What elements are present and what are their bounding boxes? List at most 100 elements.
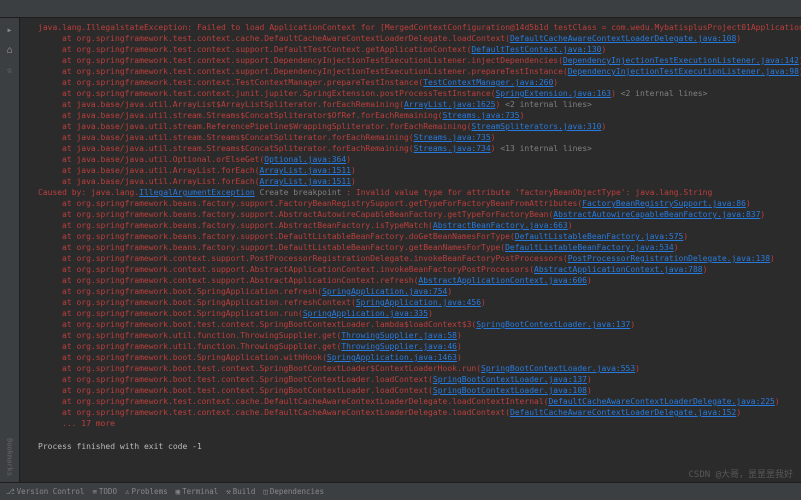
frame-tail: ): [770, 254, 775, 263]
source-link[interactable]: AbstractBeanFactory.java:663: [433, 221, 568, 230]
frame-tail: ): [481, 298, 486, 307]
stack-frame: at org.springframework.util.function.Thr…: [38, 330, 795, 341]
frame-tail: ): [457, 342, 462, 351]
stack-frame: at org.springframework.context.support.A…: [38, 275, 795, 286]
frame-tail: ): [683, 232, 688, 241]
source-link[interactable]: AbstractApplicationContext.java:606: [418, 276, 587, 285]
source-link[interactable]: SpringBootContextLoader.java:137: [433, 375, 587, 384]
caused-message: : Invalid value type for attribute 'fact…: [346, 188, 712, 197]
source-link[interactable]: DefaultTestContext.java:130: [471, 45, 601, 54]
source-link[interactable]: DefaultCacheAwareContextLoaderDelegate.j…: [548, 397, 774, 406]
source-link[interactable]: ArrayList.java:1511: [259, 177, 351, 186]
stack-frame: at org.springframework.beans.factory.sup…: [38, 231, 795, 242]
frame-tail: ): [736, 408, 741, 417]
frame-tail: ): [601, 45, 606, 54]
exception-class-link[interactable]: IllegalArgumentException: [139, 188, 255, 197]
frame-text: at org.springframework.test.context.supp…: [62, 67, 568, 76]
stack-frame: at org.springframework.test.context.cach…: [38, 407, 795, 418]
stack-frame: at org.springframework.boot.test.context…: [38, 319, 795, 330]
stack-frame: at org.springframework.boot.SpringApplic…: [38, 352, 795, 363]
stack-frame: at org.springframework.boot.test.context…: [38, 374, 795, 385]
frame-text: at java.base/java.util.ArrayList.forEach…: [62, 166, 259, 175]
source-link[interactable]: ThrowingSupplier.java:46: [341, 342, 457, 351]
source-link[interactable]: DefaultListableBeanFactory.java:534: [505, 243, 674, 252]
frame-tail: ): [447, 287, 452, 296]
project-icon[interactable]: ▸: [4, 24, 16, 36]
source-link[interactable]: Streams.java:735: [414, 133, 491, 142]
frame-text: at org.springframework.boot.test.context…: [62, 320, 476, 329]
stack-frame: at java.base/java.util.stream.ReferenceP…: [38, 121, 795, 132]
structure-icon[interactable]: ⌂: [4, 44, 16, 56]
frame-tail: ): [457, 353, 462, 362]
internal-lines: <13 internal lines>: [496, 144, 592, 153]
stack-frame: at org.springframework.beans.factory.sup…: [38, 242, 795, 253]
source-link[interactable]: ArrayList.java:1625: [404, 100, 496, 109]
status-bar: ⎇ Version Control ≡ TODO ⚠ Problems ▣ Te…: [0, 482, 801, 500]
source-link[interactable]: SpringBootContextLoader.java:553: [481, 364, 635, 373]
source-link[interactable]: Optional.java:364: [264, 155, 346, 164]
frame-text: at org.springframework.beans.factory.sup…: [62, 199, 582, 208]
stack-frame: at org.springframework.test.context.supp…: [38, 66, 795, 77]
problems-tab[interactable]: ⚠ Problems: [125, 487, 168, 496]
stack-frame: at org.springframework.test.context.supp…: [38, 55, 795, 66]
source-link[interactable]: Streams.java:734: [414, 144, 491, 153]
source-link[interactable]: DefaultCacheAwareContextLoaderDelegate.j…: [510, 34, 736, 43]
tool-window-bar[interactable]: ▸ ⌂ ☆ Bookmarks: [0, 18, 20, 482]
source-link[interactable]: SpringApplication.java:754: [322, 287, 447, 296]
source-link[interactable]: PostProcessorRegistrationDelegate.java:1…: [568, 254, 770, 263]
create-breakpoint[interactable]: Create breakpoint: [255, 188, 347, 197]
source-link[interactable]: SpringApplication.java:1463: [327, 353, 457, 362]
frame-text: at org.springframework.boot.SpringApplic…: [62, 298, 356, 307]
frame-tail: ): [674, 243, 679, 252]
frame-tail: ): [587, 386, 592, 395]
console-output[interactable]: java.lang.IllegalstateException: Failed …: [20, 18, 801, 482]
todo-tab[interactable]: ≡ TODO: [92, 487, 117, 496]
frame-tail: ): [587, 375, 592, 384]
source-link[interactable]: AbstractAutowireCapableBeanFactory.java:…: [553, 210, 760, 219]
source-link[interactable]: SpringApplication.java:335: [303, 309, 428, 318]
frame-text: at org.springframework.test.context.cach…: [62, 397, 548, 406]
frame-text: at org.springframework.boot.test.context…: [62, 386, 433, 395]
frame-tail: ): [760, 210, 765, 219]
frame-tail: ): [736, 34, 741, 43]
source-link[interactable]: SpringExtension.java:163: [495, 89, 611, 98]
source-link[interactable]: SpringBootContextLoader.java:137: [476, 320, 630, 329]
source-link[interactable]: FactoryBeanRegistrySupport.java:86: [582, 199, 746, 208]
frame-tail: ): [746, 199, 751, 208]
frame-text: at java.base/java.util.stream.Streams$Co…: [62, 111, 443, 120]
source-link[interactable]: DefaultListableBeanFactory.java:575: [515, 232, 684, 241]
frame-text: at org.springframework.context.support.P…: [62, 254, 568, 263]
source-link[interactable]: DependencyInjectionTestExecutionListener…: [563, 56, 799, 65]
bookmarks-label[interactable]: Bookmarks: [6, 438, 14, 476]
watermark: CSDN @大哥，昰昰昰我好: [688, 467, 793, 480]
stack-frame: at org.springframework.test.context.cach…: [38, 33, 795, 44]
source-link[interactable]: ArrayList.java:1511: [259, 166, 351, 175]
source-link[interactable]: SpringApplication.java:456: [356, 298, 481, 307]
source-link[interactable]: Streams.java:735: [443, 111, 520, 120]
frame-text: at java.base/java.util.Optional.orElseGe…: [62, 155, 264, 164]
stack-frame: at org.springframework.boot.SpringApplic…: [38, 286, 795, 297]
source-link[interactable]: SpringBootContextLoader.java:108: [433, 386, 587, 395]
source-link[interactable]: TestContextManager.java:260: [423, 78, 553, 87]
source-link[interactable]: StreamSpliterators.java:310: [471, 122, 601, 131]
dependencies-tab[interactable]: ◫ Dependencies: [263, 487, 324, 496]
terminal-tab[interactable]: ▣ Terminal: [176, 487, 219, 496]
frame-text: at org.springframework.test.context.cach…: [62, 34, 510, 43]
stack-frame: at org.springframework.boot.test.context…: [38, 363, 795, 374]
frame-text: at org.springframework.test.context.juni…: [62, 89, 495, 98]
build-tab[interactable]: ⚒ Build: [226, 487, 255, 496]
source-link[interactable]: AbstractApplicationContext.java:788: [534, 265, 703, 274]
version-control-tab[interactable]: ⎇ Version Control: [6, 487, 84, 496]
stack-frame: at org.springframework.boot.test.context…: [38, 385, 795, 396]
stack-frame: at org.springframework.context.support.P…: [38, 253, 795, 264]
frame-text: at org.springframework.beans.factory.sup…: [62, 210, 553, 219]
frame-tail: ): [351, 177, 356, 186]
frame-text: at org.springframework.util.function.Thr…: [62, 342, 341, 351]
frame-text: at org.springframework.beans.factory.sup…: [62, 232, 515, 241]
source-link[interactable]: DependencyInjectionTestExecutionListener…: [568, 67, 799, 76]
frame-text: at java.base/java.util.ArrayList.forEach…: [62, 177, 259, 186]
frame-text: at org.springframework.boot.SpringApplic…: [62, 353, 327, 362]
source-link[interactable]: ThrowingSupplier.java:58: [341, 331, 457, 340]
source-link[interactable]: DefaultCacheAwareContextLoaderDelegate.j…: [510, 408, 736, 417]
bookmark-icon[interactable]: ☆: [4, 64, 16, 76]
